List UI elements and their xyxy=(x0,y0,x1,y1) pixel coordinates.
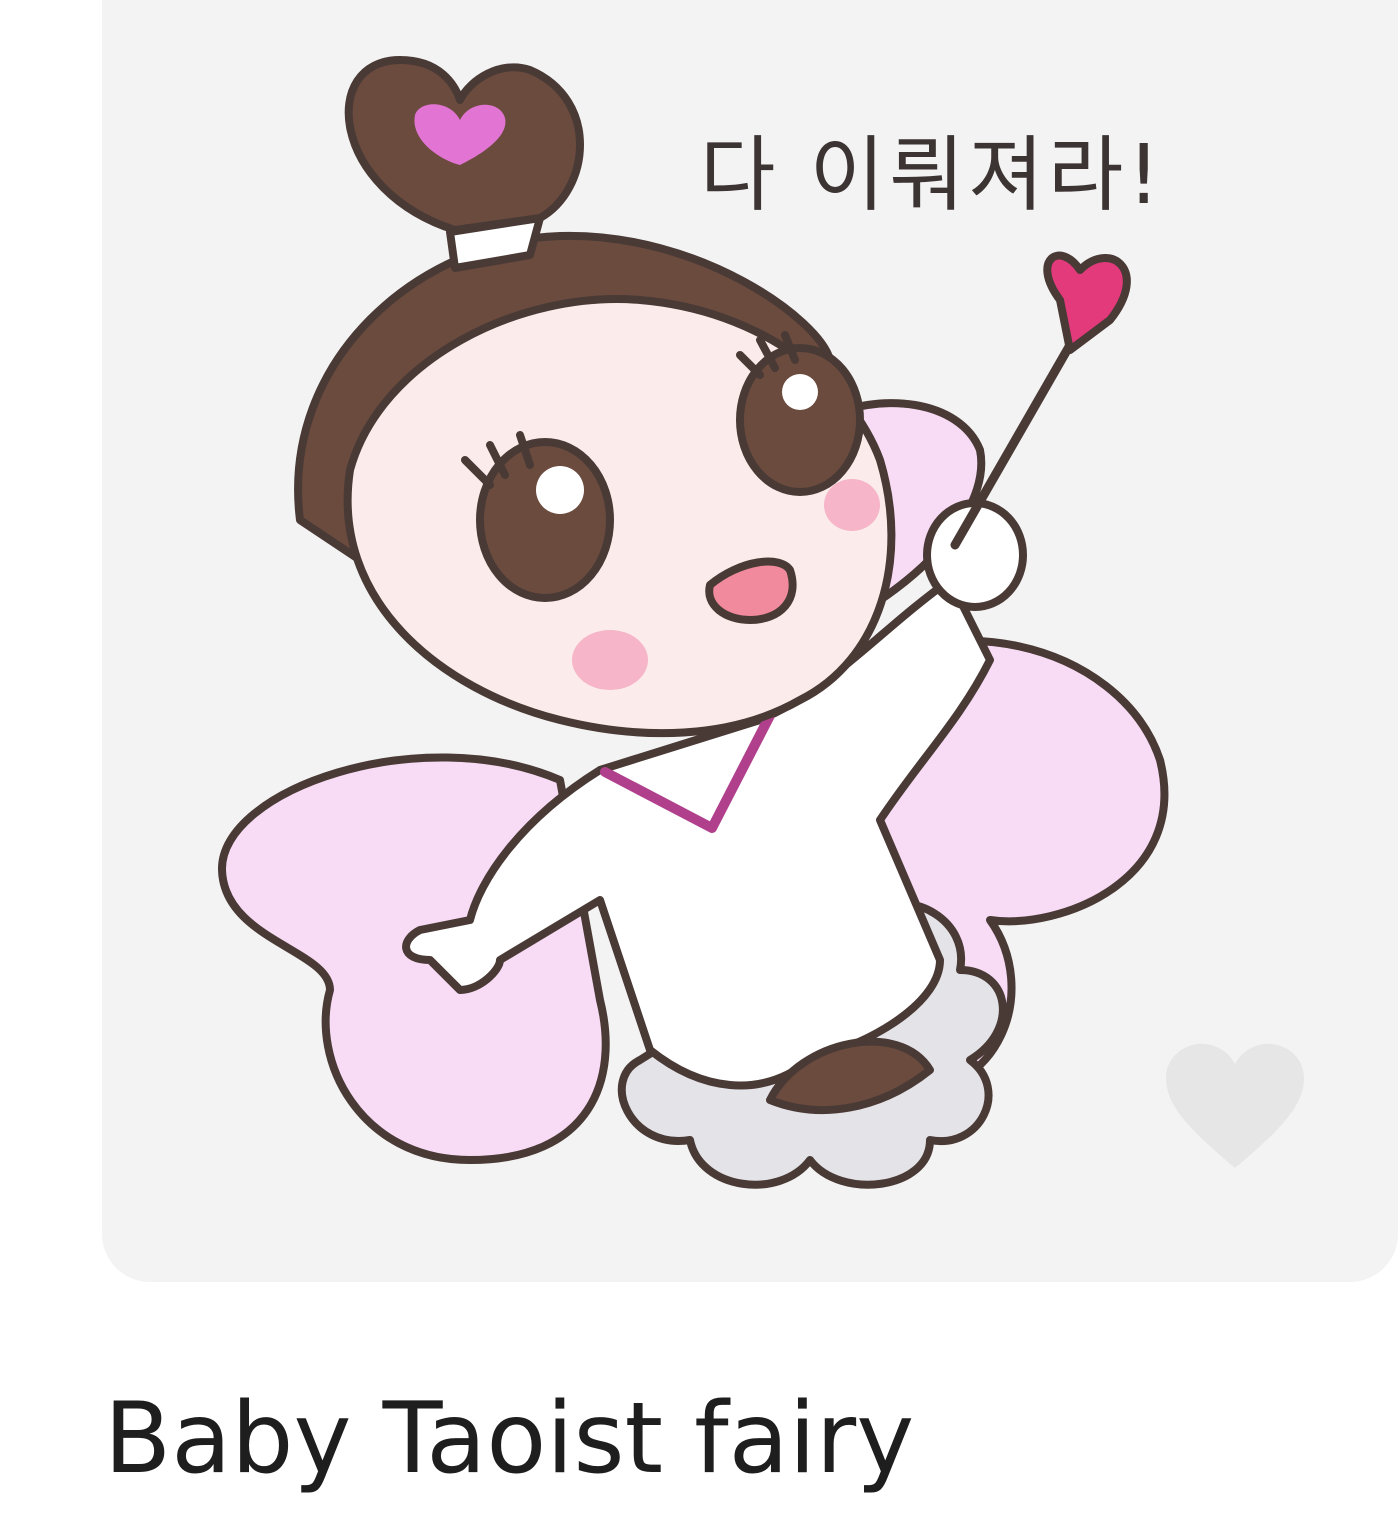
heart-icon xyxy=(1166,1043,1304,1168)
favorite-button[interactable] xyxy=(1160,1040,1310,1175)
right-eye-highlight xyxy=(782,374,818,410)
wand-heart-icon xyxy=(1043,251,1131,354)
right-cheek xyxy=(824,479,880,531)
speech-text: 다 이뤄져라! xyxy=(700,128,1165,223)
left-eye-highlight xyxy=(536,466,584,514)
sticker-caption: Baby Taoist fairy xyxy=(104,1382,915,1496)
left-cheek xyxy=(572,630,648,690)
